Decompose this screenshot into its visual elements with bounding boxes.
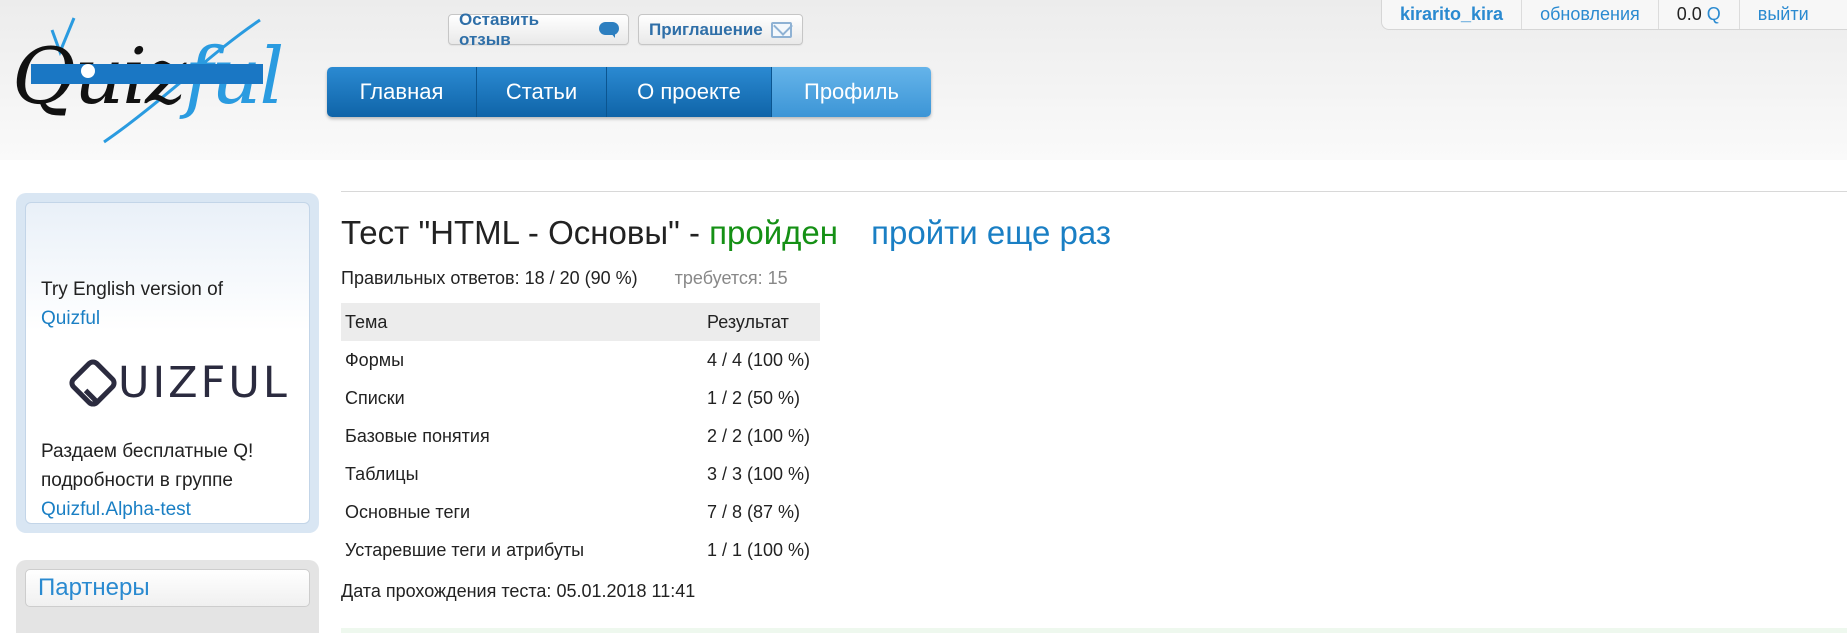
username-link[interactable]: kirarito_kira xyxy=(1400,4,1503,25)
currency-link[interactable]: Q xyxy=(1707,4,1721,25)
balance-value: 0.0 xyxy=(1676,3,1702,24)
partners-box: Партнеры xyxy=(16,560,319,633)
topic-cell: Списки xyxy=(345,387,405,408)
topic-cell: Базовые понятия xyxy=(345,425,490,446)
correct-answers: Правильных ответов: 18 / 20 (90 %) xyxy=(341,268,638,288)
chat-bubble-icon xyxy=(598,21,619,38)
content-divider xyxy=(341,191,1847,192)
nav-tab-articles[interactable]: Статьи xyxy=(477,67,607,117)
english-version-promo: Try English version of Quizful xyxy=(41,275,223,333)
nav-tab-home[interactable]: Главная xyxy=(327,67,477,117)
test-date: Дата прохождения теста: 05.01.2018 11:41 xyxy=(341,581,696,601)
column-header-result: Результат xyxy=(703,303,820,341)
result-cell: 2 / 2 (100 %) xyxy=(707,425,811,446)
q-logo-icon xyxy=(66,356,120,410)
promo-try-text: Try English version of xyxy=(41,279,223,300)
topic-cell: Формы xyxy=(345,349,405,370)
leave-review-button[interactable]: Оставить отзыв xyxy=(448,10,629,49)
test-title-text: Тест "HTML - Основы" - xyxy=(341,214,700,251)
nav-tab-about[interactable]: О проекте xyxy=(607,67,772,117)
test-title: Тест "HTML - Основы" - пройден пройти ещ… xyxy=(341,214,1111,252)
promo-panel: Try English version of Quizful UIZFUL Ра… xyxy=(25,202,310,524)
result-cell: 1 / 2 (50 %) xyxy=(707,387,801,408)
updates-link[interactable]: обновления xyxy=(1540,4,1640,25)
free-q-promo: Раздаем бесплатные Q! подробности в груп… xyxy=(41,437,301,524)
result-cell: 1 / 1 (100 %) xyxy=(707,539,811,560)
promo-box: Try English version of Quizful UIZFUL Ра… xyxy=(16,193,319,533)
alpha-test-group-link[interactable]: Quizful.Alpha-test xyxy=(41,499,191,520)
free-q-line-2: подробности в группе xyxy=(41,470,233,491)
topic-cell: Основные теги xyxy=(345,501,471,522)
results-table: Тема Результат Формы 4 / 4 (100 %) Списк… xyxy=(341,303,820,569)
partners-title: Партнеры xyxy=(25,569,310,607)
main-nav: Главная Статьи О проекте Профиль xyxy=(327,67,931,117)
review-button-label: Оставить отзыв xyxy=(459,9,540,49)
partner-banner[interactable] xyxy=(31,64,263,84)
result-cell: 7 / 8 (87 %) xyxy=(707,501,801,522)
quizful-english-logo[interactable]: UIZFUL xyxy=(66,356,290,410)
promo-logo-text: UIZFUL xyxy=(118,358,290,408)
invite-button-label: Приглашение xyxy=(649,19,763,39)
table-row: Базовые понятия 2 / 2 (100 %) xyxy=(341,417,820,455)
table-row: Устаревшие теги и атрибуты 1 / 1 (100 %) xyxy=(341,531,820,569)
required-score: требуется: 15 xyxy=(674,268,788,288)
column-header-topic: Тема xyxy=(341,303,703,341)
envelope-icon xyxy=(770,21,792,38)
bottom-strip xyxy=(341,628,1847,633)
table-header-row: Тема Результат xyxy=(341,303,820,341)
result-cell: 4 / 4 (100 %) xyxy=(707,349,811,370)
topic-cell: Таблицы xyxy=(345,463,419,484)
table-row: Основные теги 7 / 8 (87 %) xyxy=(341,493,820,531)
test-result-section: Тест "HTML - Основы" - пройден пройти ещ… xyxy=(341,214,1111,602)
invite-button[interactable]: Приглашение xyxy=(638,14,803,45)
user-bar: kirarito_kira обновления 0.0 Q выйти xyxy=(1381,0,1847,30)
test-status: пройден xyxy=(709,214,838,251)
topic-cell: Устаревшие теги и атрибуты xyxy=(345,539,585,560)
nav-tab-profile[interactable]: Профиль xyxy=(772,67,931,117)
retry-test-link[interactable]: пройти еще раз xyxy=(871,214,1111,251)
table-row: Списки 1 / 2 (50 %) xyxy=(341,379,820,417)
answers-summary: Правильных ответов: 18 / 20 (90 %) требу… xyxy=(341,268,1111,289)
table-row: Формы 4 / 4 (100 %) xyxy=(341,341,820,379)
english-version-link[interactable]: Quizful xyxy=(41,308,100,329)
logout-link[interactable]: выйти xyxy=(1758,4,1809,25)
page-header: Quizful Оставить отзыв Приглашение Главн… xyxy=(0,0,1847,160)
balance: 0.0 Q xyxy=(1659,0,1740,29)
table-row: Таблицы 3 / 3 (100 %) xyxy=(341,455,820,493)
free-q-line-1: Раздаем бесплатные Q! xyxy=(41,441,254,462)
result-cell: 3 / 3 (100 %) xyxy=(707,463,811,484)
